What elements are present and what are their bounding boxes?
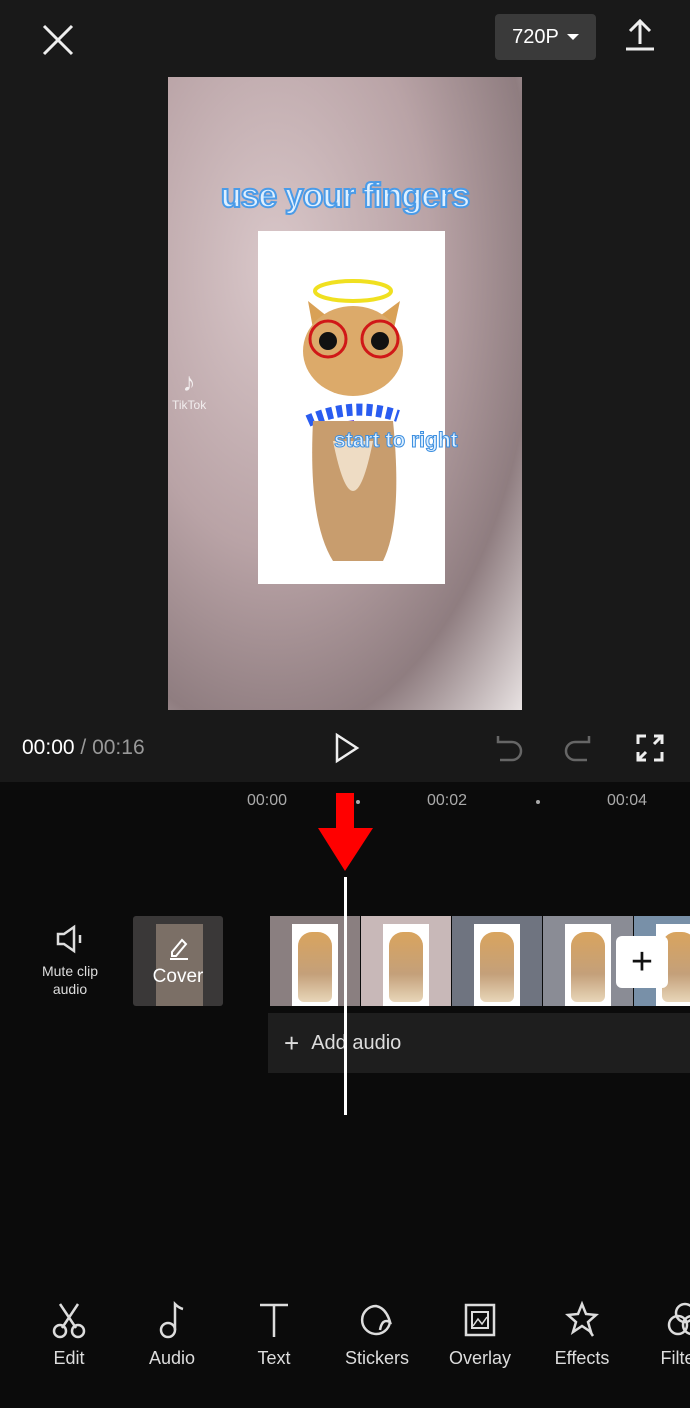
close-icon[interactable]	[38, 20, 78, 60]
timeline-dot	[536, 800, 540, 804]
timeline-tick: 00:00	[247, 792, 288, 809]
timeline-tick: 00:02	[427, 792, 468, 809]
tool-audio[interactable]: Audio	[127, 1300, 217, 1369]
add-clip-button[interactable]: +	[616, 936, 668, 988]
upload-icon[interactable]	[622, 18, 658, 52]
play-icon[interactable]	[330, 732, 362, 764]
cat-image	[258, 231, 445, 584]
red-arrow-annotation	[318, 793, 373, 871]
tool-text[interactable]: Text	[229, 1300, 319, 1369]
clip-frame	[452, 916, 542, 1006]
music-note-icon	[159, 1300, 184, 1339]
tool-overlay[interactable]: Overlay	[435, 1300, 525, 1369]
tool-edit[interactable]: Edit	[24, 1300, 114, 1369]
cat-illustration	[303, 279, 403, 561]
tiktok-watermark: ♪ TikTok	[172, 367, 207, 412]
tool-filters[interactable]: Filters	[640, 1300, 690, 1369]
star-icon	[565, 1300, 599, 1337]
text-icon	[260, 1303, 288, 1337]
undo-icon[interactable]	[492, 732, 524, 764]
scissors-icon	[52, 1303, 86, 1339]
tool-effects[interactable]: Effects	[537, 1300, 627, 1369]
preview-headline: use your fingers	[220, 176, 472, 216]
bottom-toolbar: Edit Audio Text Stickers Overlay Effects…	[0, 1300, 690, 1380]
pencil-icon	[170, 938, 188, 960]
add-audio-label: Add audio	[311, 1031, 402, 1054]
cover-button[interactable]: Cover	[133, 916, 223, 1006]
redo-icon[interactable]	[563, 732, 595, 764]
mute-label: Mute clip audio	[41, 963, 99, 997]
clip-frame	[361, 916, 451, 1006]
caret-down-icon	[566, 34, 579, 40]
add-audio-button[interactable]: + Add audio	[268, 1013, 690, 1073]
tool-stickers[interactable]: Stickers	[332, 1300, 422, 1369]
resolution-dropdown[interactable]: 720P	[495, 14, 596, 60]
video-preview[interactable]: use your fingers ♪ TikTok start to right	[168, 77, 522, 710]
filters-icon	[667, 1302, 690, 1336]
sticker-icon	[360, 1304, 392, 1336]
overlay-icon	[464, 1303, 496, 1337]
plus-icon: +	[284, 1027, 300, 1058]
timeline-tick: 00:04	[607, 792, 648, 809]
fullscreen-icon[interactable]	[634, 732, 666, 764]
playhead[interactable]	[344, 877, 347, 1115]
playback-time: 00:00 / 00:16	[22, 736, 145, 759]
resolution-label: 720P	[512, 25, 559, 48]
preview-caption: start to right	[334, 429, 459, 453]
mute-clip-audio-button[interactable]: Mute clip audio	[30, 924, 110, 998]
speaker-icon	[56, 924, 82, 954]
cover-label: Cover	[152, 966, 204, 987]
